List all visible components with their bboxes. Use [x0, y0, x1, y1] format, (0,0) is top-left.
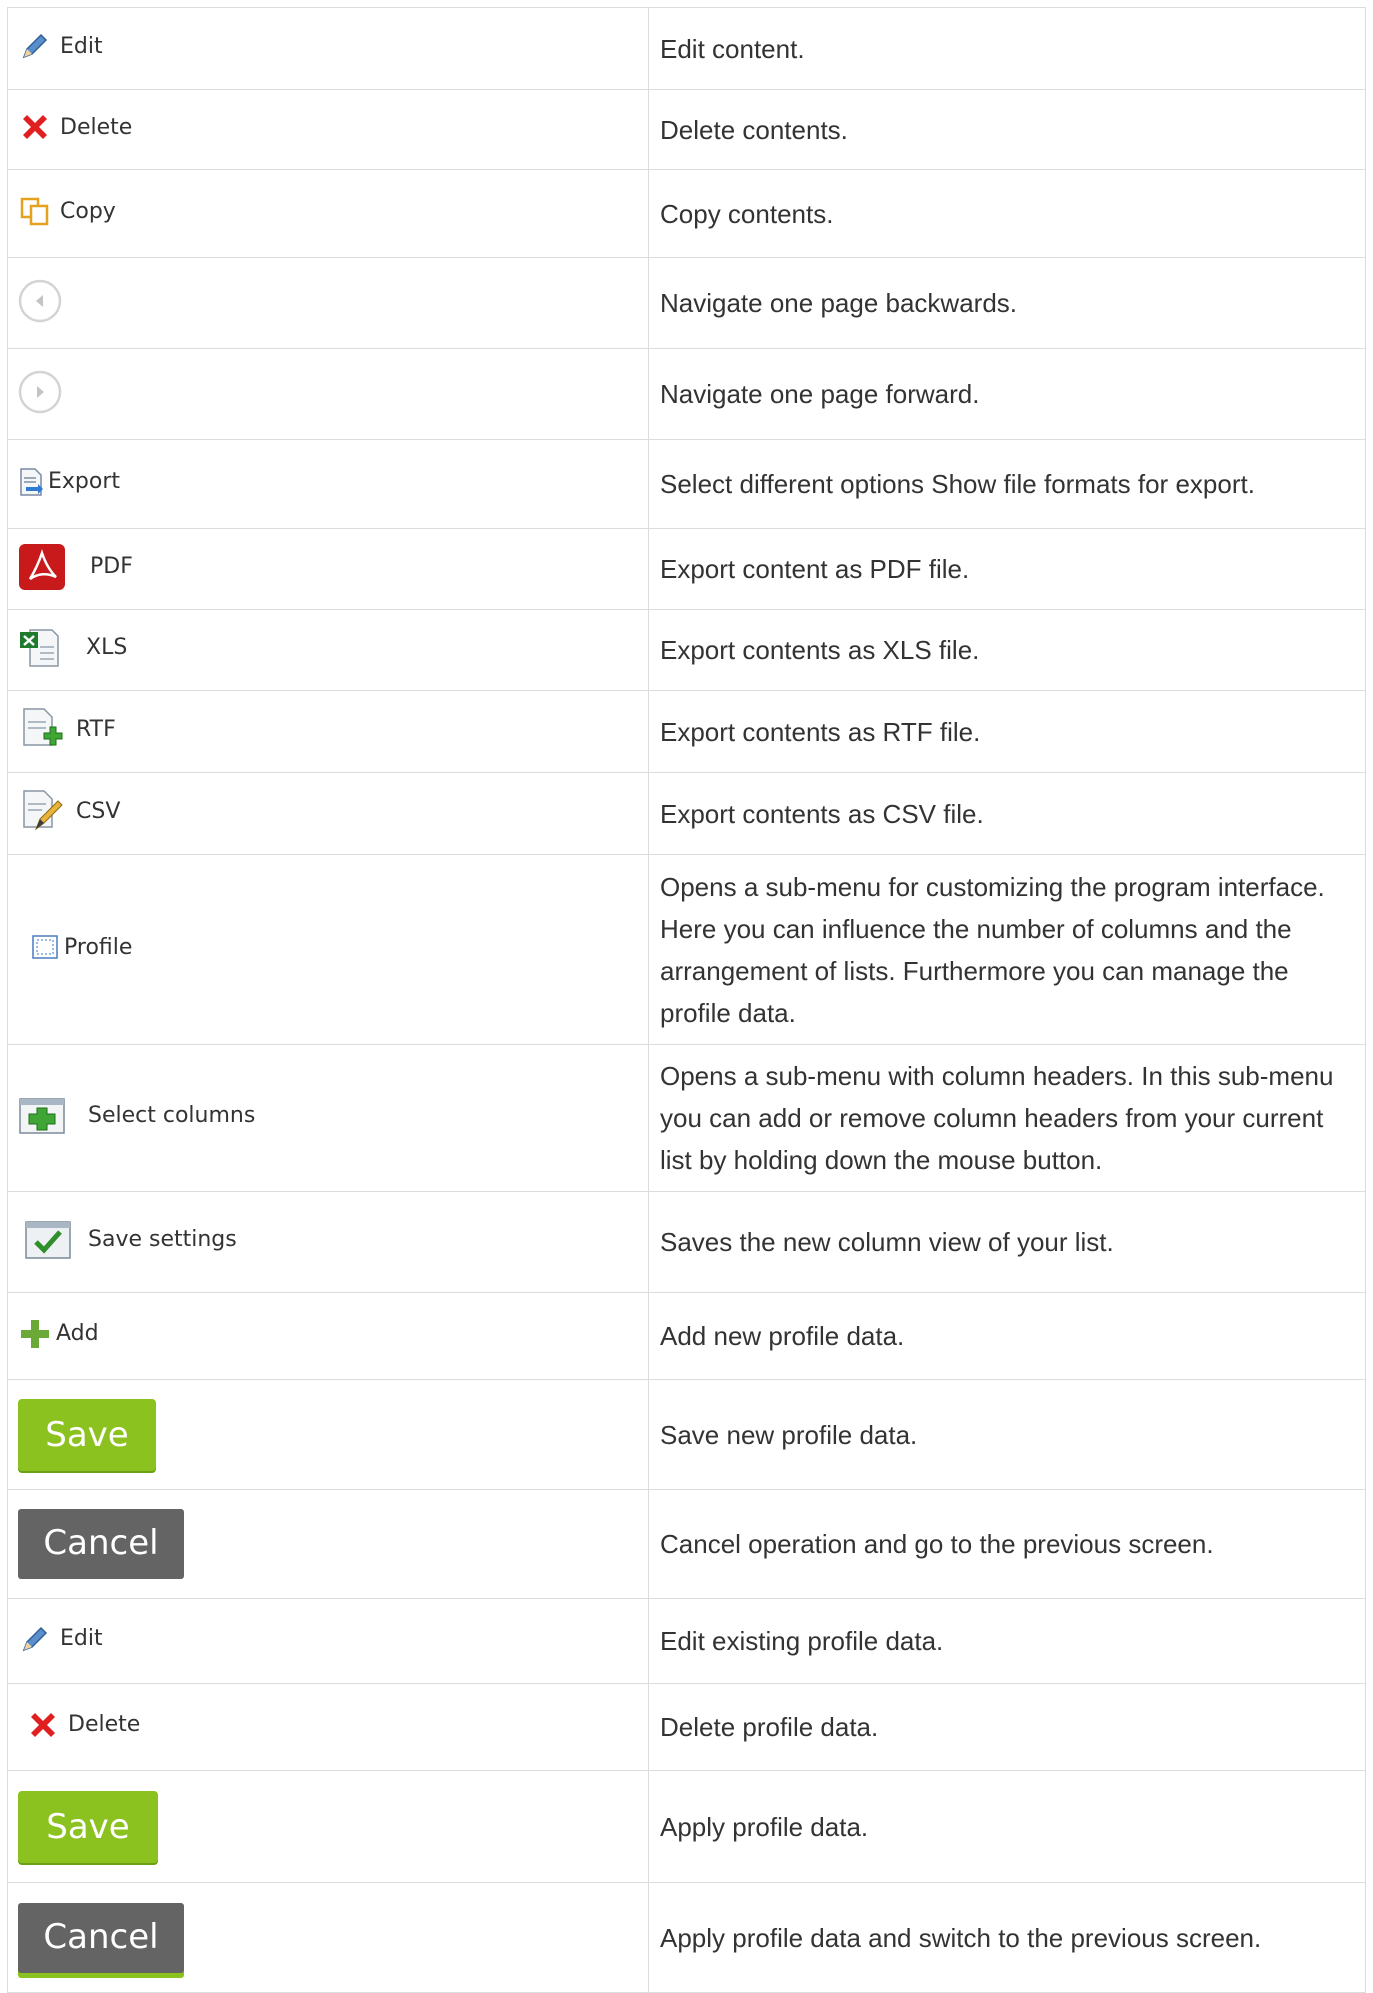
- table-row: XLS Export contents as XLS file.: [7, 609, 1366, 691]
- table-row: Delete Delete contents.: [7, 89, 1366, 170]
- row-description: Opens a sub-menu for customizing the pro…: [648, 854, 1366, 1045]
- table-row: RTF Export contents as RTF file.: [7, 690, 1366, 773]
- table-row: Export Select different options Show fil…: [7, 439, 1366, 529]
- row-description: Delete profile data.: [648, 1683, 1366, 1771]
- row-description: Cancel operation and go to the previous …: [648, 1489, 1366, 1599]
- table-row: CSV Export contents as CSV file.: [7, 772, 1366, 855]
- next-page-button[interactable]: [18, 370, 62, 414]
- table-row: Edit Edit content.: [7, 7, 1366, 90]
- pdf-icon: [18, 543, 66, 591]
- apply-save-button[interactable]: Save: [18, 1790, 158, 1863]
- table-row: Save Apply profile data.: [7, 1770, 1366, 1883]
- row-description: Export content as PDF file.: [648, 528, 1366, 610]
- delete-button[interactable]: Delete: [18, 110, 132, 144]
- row-description: Copy contents.: [648, 169, 1366, 258]
- table-row: Select columns Opens a sub-menu with col…: [7, 1044, 1366, 1192]
- table-row: Copy Copy contents.: [7, 169, 1366, 258]
- csv-icon: [18, 787, 66, 835]
- row-description: Export contents as XLS file.: [648, 609, 1366, 691]
- pencil-icon: [18, 1622, 52, 1656]
- profile-icon: [30, 932, 60, 962]
- plus-icon: [18, 1317, 52, 1351]
- table-row: Profile Opens a sub-menu for customizing…: [7, 854, 1366, 1045]
- row-description: Select different options Show file forma…: [648, 439, 1366, 529]
- pencil-icon: [18, 29, 52, 63]
- previous-page-button[interactable]: [18, 279, 62, 323]
- save-settings-icon: [24, 1220, 72, 1260]
- pdf-export-button[interactable]: PDF: [18, 543, 133, 591]
- export-icon: [18, 465, 44, 499]
- csv-export-button[interactable]: CSV: [18, 787, 120, 835]
- row-description: Export contents as CSV file.: [648, 772, 1366, 855]
- table-row: Edit Edit existing profile data.: [7, 1598, 1366, 1684]
- x-icon: [26, 1708, 60, 1742]
- row-description: Apply profile data and switch to the pre…: [648, 1882, 1366, 1993]
- row-description: Navigate one page forward.: [648, 348, 1366, 440]
- row-description: Save new profile data.: [648, 1379, 1366, 1490]
- cancel-button[interactable]: Cancel: [18, 1509, 184, 1579]
- rtf-icon: [18, 705, 66, 753]
- row-description: Navigate one page backwards.: [648, 257, 1366, 349]
- table-row: Add Add new profile data.: [7, 1292, 1366, 1380]
- copy-icon: [18, 194, 52, 228]
- row-description: Opens a sub-menu with column headers. In…: [648, 1044, 1366, 1192]
- table-row: Save settings Saves the new column view …: [7, 1191, 1366, 1293]
- profile-button[interactable]: Profile: [30, 932, 132, 962]
- table-row: PDF Export content as PDF file.: [7, 528, 1366, 610]
- row-description: Delete contents.: [648, 89, 1366, 170]
- export-button[interactable]: Export: [18, 465, 120, 499]
- apply-cancel-button[interactable]: Cancel: [18, 1902, 184, 1973]
- select-columns-button[interactable]: Select columns: [18, 1097, 255, 1135]
- copy-button[interactable]: Copy: [18, 194, 116, 228]
- x-icon: [18, 110, 52, 144]
- circle-left-icon: [18, 279, 62, 323]
- row-description: Edit content.: [648, 7, 1366, 90]
- select-columns-icon: [18, 1097, 66, 1135]
- row-description: Edit existing profile data.: [648, 1598, 1366, 1684]
- table-row: Delete Delete profile data.: [7, 1683, 1366, 1771]
- save-settings-button[interactable]: Save settings: [24, 1220, 237, 1260]
- table-row: Navigate one page backwards.: [7, 257, 1366, 349]
- edit-profile-button[interactable]: Edit: [18, 1622, 103, 1656]
- delete-profile-button[interactable]: Delete: [26, 1708, 140, 1742]
- row-description: Saves the new column view of your list.: [648, 1191, 1366, 1293]
- xls-icon: [18, 628, 66, 668]
- edit-button[interactable]: Edit: [18, 29, 103, 63]
- circle-right-icon: [18, 370, 62, 414]
- save-button[interactable]: Save: [18, 1398, 156, 1471]
- table-row: Cancel Apply profile data and switch to …: [7, 1882, 1366, 1993]
- row-description: Add new profile data.: [648, 1292, 1366, 1380]
- row-description: Export contents as RTF file.: [648, 690, 1366, 773]
- row-description: Apply profile data.: [648, 1770, 1366, 1883]
- table-row: Navigate one page forward.: [7, 348, 1366, 440]
- add-button[interactable]: Add: [18, 1317, 99, 1351]
- table-row: Save Save new profile data.: [7, 1379, 1366, 1490]
- reference-table: Edit Edit content. Delete Delete content…: [7, 7, 1366, 1993]
- rtf-export-button[interactable]: RTF: [18, 705, 116, 753]
- table-row: Cancel Cancel operation and go to the pr…: [7, 1489, 1366, 1599]
- xls-export-button[interactable]: XLS: [18, 628, 127, 668]
